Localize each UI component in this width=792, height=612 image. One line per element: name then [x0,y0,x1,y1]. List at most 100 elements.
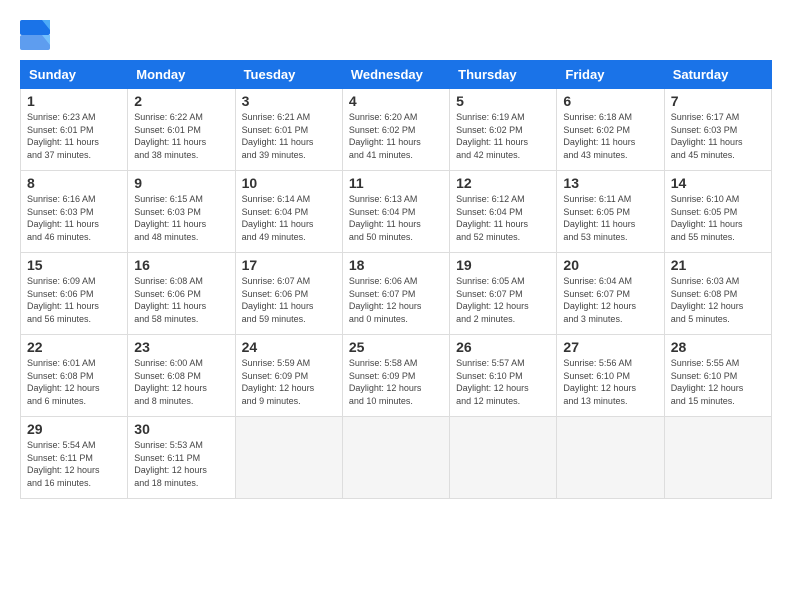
calendar-cell [557,417,664,499]
day-number: 1 [27,93,121,109]
calendar-cell: 30 Sunrise: 5:53 AM Sunset: 6:11 PM Dayli… [128,417,235,499]
day-info: Sunrise: 6:16 AM Sunset: 6:03 PM Dayligh… [27,193,121,243]
day-info: Sunrise: 5:58 AM Sunset: 6:09 PM Dayligh… [349,357,443,407]
calendar-cell: 4 Sunrise: 6:20 AM Sunset: 6:02 PM Daylig… [342,89,449,171]
day-info: Sunrise: 5:53 AM Sunset: 6:11 PM Dayligh… [134,439,228,489]
calendar-cell: 2 Sunrise: 6:22 AM Sunset: 6:01 PM Daylig… [128,89,235,171]
calendar-cell: 3 Sunrise: 6:21 AM Sunset: 6:01 PM Daylig… [235,89,342,171]
calendar-cell [450,417,557,499]
day-number: 20 [563,257,657,273]
calendar-cell: 9 Sunrise: 6:15 AM Sunset: 6:03 PM Daylig… [128,171,235,253]
calendar-cell [664,417,771,499]
day-number: 10 [242,175,336,191]
day-info: Sunrise: 5:57 AM Sunset: 6:10 PM Dayligh… [456,357,550,407]
day-number: 23 [134,339,228,355]
header [20,20,772,50]
col-friday: Friday [557,61,664,89]
calendar-header-row: Sunday Monday Tuesday Wednesday Thursday… [21,61,772,89]
calendar: Sunday Monday Tuesday Wednesday Thursday… [20,60,772,499]
day-info: Sunrise: 6:15 AM Sunset: 6:03 PM Dayligh… [134,193,228,243]
day-number: 19 [456,257,550,273]
day-info: Sunrise: 5:55 AM Sunset: 6:10 PM Dayligh… [671,357,765,407]
calendar-cell: 13Sunrise: 6:11 AM Sunset: 6:05 PM Dayli… [557,171,664,253]
calendar-cell: 6 Sunrise: 6:18 AM Sunset: 6:02 PM Daylig… [557,89,664,171]
day-info: Sunrise: 6:11 AM Sunset: 6:05 PM Dayligh… [563,193,657,243]
calendar-week-row: 15 Sunrise: 6:09 AM Sunset: 6:06 PM Dayli… [21,253,772,335]
day-number: 2 [134,93,228,109]
calendar-cell: 5 Sunrise: 6:19 AM Sunset: 6:02 PM Daylig… [450,89,557,171]
col-monday: Monday [128,61,235,89]
day-number: 26 [456,339,550,355]
calendar-cell: 8 Sunrise: 6:16 AM Sunset: 6:03 PM Daylig… [21,171,128,253]
calendar-week-row: 22 Sunrise: 6:01 AM Sunset: 6:08 PM Dayli… [21,335,772,417]
day-info: Sunrise: 6:01 AM Sunset: 6:08 PM Dayligh… [27,357,121,407]
day-info: Sunrise: 6:03 AM Sunset: 6:08 PM Dayligh… [671,275,765,325]
day-info: Sunrise: 6:17 AM Sunset: 6:03 PM Dayligh… [671,111,765,161]
day-number: 28 [671,339,765,355]
calendar-week-row: 29 Sunrise: 5:54 AM Sunset: 6:11 PM Dayli… [21,417,772,499]
day-info: Sunrise: 6:10 AM Sunset: 6:05 PM Dayligh… [671,193,765,243]
calendar-cell: 1 Sunrise: 6:23 AM Sunset: 6:01 PM Daylig… [21,89,128,171]
logo [20,20,52,50]
calendar-cell: 20 Sunrise: 6:04 AM Sunset: 6:07 PM Dayli… [557,253,664,335]
day-number: 4 [349,93,443,109]
logo-icon [20,20,50,50]
day-number: 15 [27,257,121,273]
day-number: 29 [27,421,121,437]
day-info: Sunrise: 6:13 AM Sunset: 6:04 PM Dayligh… [349,193,443,243]
day-info: Sunrise: 6:23 AM Sunset: 6:01 PM Dayligh… [27,111,121,161]
calendar-cell: 26 Sunrise: 5:57 AM Sunset: 6:10 PM Dayli… [450,335,557,417]
page: Sunday Monday Tuesday Wednesday Thursday… [0,0,792,612]
day-info: Sunrise: 5:59 AM Sunset: 6:09 PM Dayligh… [242,357,336,407]
calendar-week-row: 8 Sunrise: 6:16 AM Sunset: 6:03 PM Daylig… [21,171,772,253]
day-number: 14 [671,175,765,191]
day-number: 5 [456,93,550,109]
day-number: 18 [349,257,443,273]
calendar-cell: 7 Sunrise: 6:17 AM Sunset: 6:03 PM Daylig… [664,89,771,171]
day-info: Sunrise: 6:06 AM Sunset: 6:07 PM Dayligh… [349,275,443,325]
day-number: 9 [134,175,228,191]
day-number: 8 [27,175,121,191]
calendar-cell: 12 Sunrise: 6:12 AM Sunset: 6:04 PM Dayli… [450,171,557,253]
day-info: Sunrise: 6:09 AM Sunset: 6:06 PM Dayligh… [27,275,121,325]
day-number: 24 [242,339,336,355]
day-number: 3 [242,93,336,109]
day-number: 16 [134,257,228,273]
calendar-week-row: 1 Sunrise: 6:23 AM Sunset: 6:01 PM Daylig… [21,89,772,171]
day-info: Sunrise: 6:22 AM Sunset: 6:01 PM Dayligh… [134,111,228,161]
day-number: 6 [563,93,657,109]
calendar-cell [342,417,449,499]
day-number: 22 [27,339,121,355]
calendar-cell: 15 Sunrise: 6:09 AM Sunset: 6:06 PM Dayli… [21,253,128,335]
day-info: Sunrise: 6:19 AM Sunset: 6:02 PM Dayligh… [456,111,550,161]
col-tuesday: Tuesday [235,61,342,89]
col-saturday: Saturday [664,61,771,89]
day-number: 27 [563,339,657,355]
calendar-cell: 17Sunrise: 6:07 AM Sunset: 6:06 PM Dayli… [235,253,342,335]
day-number: 7 [671,93,765,109]
calendar-cell: 28 Sunrise: 5:55 AM Sunset: 6:10 PM Dayli… [664,335,771,417]
calendar-cell: 29 Sunrise: 5:54 AM Sunset: 6:11 PM Dayli… [21,417,128,499]
day-number: 17 [242,257,336,273]
day-number: 30 [134,421,228,437]
calendar-cell: 27 Sunrise: 5:56 AM Sunset: 6:10 PM Dayli… [557,335,664,417]
day-number: 12 [456,175,550,191]
day-info: Sunrise: 6:21 AM Sunset: 6:01 PM Dayligh… [242,111,336,161]
col-thursday: Thursday [450,61,557,89]
day-number: 25 [349,339,443,355]
calendar-cell: 24 Sunrise: 5:59 AM Sunset: 6:09 PM Dayli… [235,335,342,417]
day-info: Sunrise: 6:18 AM Sunset: 6:02 PM Dayligh… [563,111,657,161]
day-info: Sunrise: 6:20 AM Sunset: 6:02 PM Dayligh… [349,111,443,161]
day-number: 11 [349,175,443,191]
day-info: Sunrise: 5:56 AM Sunset: 6:10 PM Dayligh… [563,357,657,407]
calendar-cell [235,417,342,499]
day-info: Sunrise: 6:04 AM Sunset: 6:07 PM Dayligh… [563,275,657,325]
calendar-cell: 11 Sunrise: 6:13 AM Sunset: 6:04 PM Dayli… [342,171,449,253]
calendar-cell: 25 Sunrise: 5:58 AM Sunset: 6:09 PM Dayli… [342,335,449,417]
day-info: Sunrise: 5:54 AM Sunset: 6:11 PM Dayligh… [27,439,121,489]
calendar-cell: 23Sunrise: 6:00 AM Sunset: 6:08 PM Dayli… [128,335,235,417]
day-number: 21 [671,257,765,273]
calendar-cell: 21 Sunrise: 6:03 AM Sunset: 6:08 PM Dayli… [664,253,771,335]
day-info: Sunrise: 6:08 AM Sunset: 6:06 PM Dayligh… [134,275,228,325]
day-info: Sunrise: 6:12 AM Sunset: 6:04 PM Dayligh… [456,193,550,243]
